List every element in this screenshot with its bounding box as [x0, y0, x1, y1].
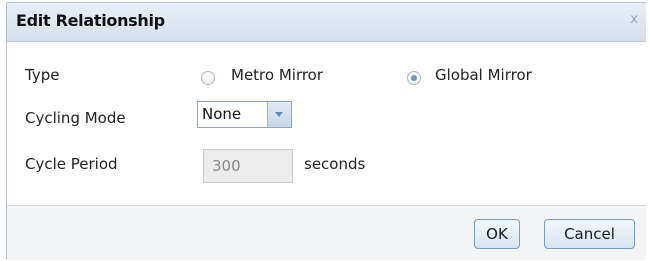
cycling-mode-label: Cycling Mode: [25, 109, 126, 127]
edit-relationship-dialog: Edit Relationship x Type Metro Mirror Gl…: [6, 2, 646, 260]
cancel-button[interactable]: Cancel: [544, 219, 635, 249]
cycle-period-label: Cycle Period: [25, 155, 118, 173]
type-label: Type: [25, 66, 60, 84]
chevron-down-icon: [275, 112, 283, 117]
cycling-mode-value: None: [202, 105, 242, 123]
radio-global-mirror[interactable]: [407, 71, 421, 85]
dropdown-button[interactable]: [267, 102, 291, 127]
cycle-period-unit: seconds: [304, 155, 366, 173]
dialog-title: Edit Relationship: [16, 11, 165, 30]
dialog-footer: OK Cancel: [7, 205, 646, 260]
radio-metro-mirror-label[interactable]: Metro Mirror: [231, 66, 323, 84]
radio-global-mirror-label[interactable]: Global Mirror: [435, 66, 532, 84]
ok-button[interactable]: OK: [474, 219, 520, 249]
cycling-mode-select[interactable]: None: [197, 101, 292, 128]
dialog-title-bar[interactable]: Edit Relationship x: [7, 3, 646, 42]
cycle-period-input[interactable]: [204, 150, 292, 182]
radio-metro-mirror[interactable]: [201, 71, 215, 85]
cycle-period-field[interactable]: [203, 149, 293, 183]
close-icon[interactable]: x: [630, 12, 638, 27]
